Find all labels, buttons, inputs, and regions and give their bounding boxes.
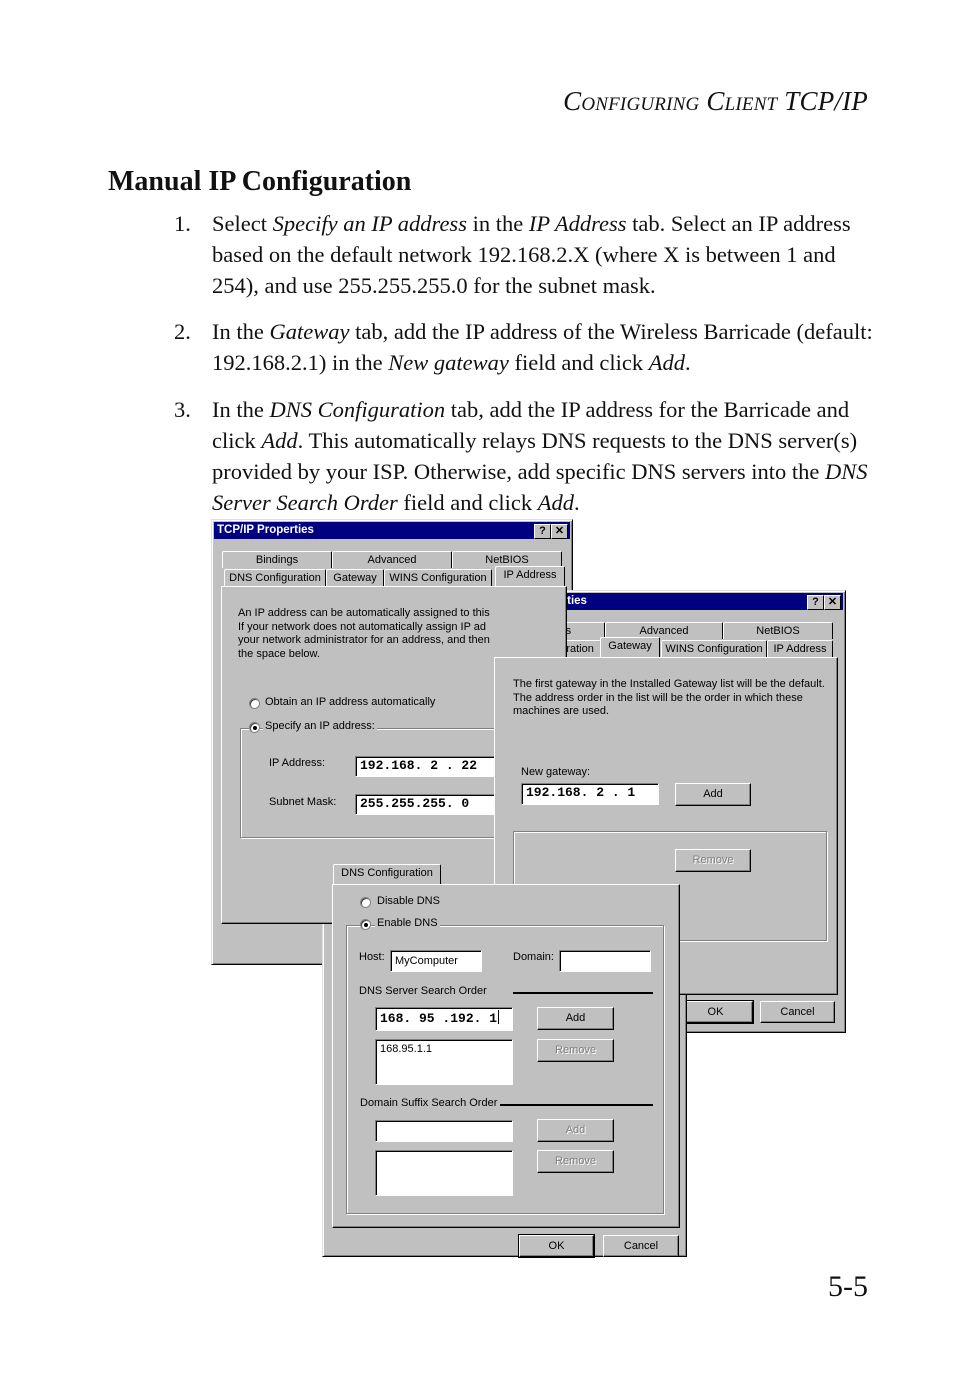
domain-field[interactable] (559, 950, 651, 972)
tab-advanced[interactable]: Advanced (332, 551, 452, 568)
text: Select (212, 211, 273, 236)
text: in the (466, 211, 529, 236)
running-head-rest: TCP/IP (784, 86, 868, 116)
domain-suffix-remove-button[interactable]: Remove (537, 1150, 614, 1173)
text: In the (212, 319, 270, 344)
step-text: In the DNS Configuration tab, add the IP… (212, 394, 874, 518)
step-number: 2. (174, 319, 191, 344)
radio-specify-ip[interactable] (249, 722, 260, 733)
dns-cancel-button[interactable]: Cancel (603, 1235, 679, 1257)
ip-description: An IP address can be automatically assig… (238, 607, 490, 661)
dns-server-input-value: 168. 95 .192. 1 (380, 1011, 498, 1026)
radio-obtain-ip[interactable] (249, 698, 260, 709)
help-icon: ? (539, 525, 546, 537)
dns-server-add-button[interactable]: Add (537, 1007, 614, 1030)
gateway-remove-button[interactable]: Remove (675, 849, 751, 872)
dns-server-list[interactable]: 168.95.1.1 (375, 1039, 513, 1085)
gateway-add-button[interactable]: Add (675, 783, 751, 806)
text-caret (498, 1010, 500, 1024)
subnet-mask-label: Subnet Mask: (269, 796, 337, 808)
text: . This automatically relays DNS requests… (212, 428, 858, 484)
radio-enable-dns[interactable] (360, 919, 371, 930)
titlebar: TCP/IP Properties ? ✕ (214, 522, 570, 539)
desc-line: An IP address can be automatically assig… (238, 607, 490, 619)
tab-dns-configuration[interactable]: DNS Configuration (333, 864, 441, 884)
radio-obtain-ip-label[interactable]: Obtain an IP address automatically (265, 696, 435, 708)
tab-netbios[interactable]: NetBIOS (723, 622, 833, 639)
domain-suffix-list[interactable] (375, 1150, 513, 1196)
tab-wins-configuration[interactable]: WINS Configuration (384, 569, 492, 586)
step-text: In the Gateway tab, add the IP address o… (212, 316, 874, 378)
desc-line: your network administrator for an addres… (238, 634, 490, 646)
emphasis: Add (537, 490, 574, 515)
emphasis: DNS Configuration (269, 397, 446, 422)
section-title: Manual IP Configuration (108, 166, 412, 197)
domain-suffix-separator (500, 1104, 653, 1106)
step-number: 3. (174, 397, 191, 422)
help-button[interactable]: ? (534, 524, 551, 539)
page-number: 5-5 (828, 1270, 868, 1303)
emphasis: Add (261, 428, 298, 453)
emphasis: Add (648, 350, 686, 375)
desc-line: If your network does not automatically a… (238, 620, 487, 633)
emphasis: Gateway (269, 319, 350, 344)
help-icon: ? (812, 596, 819, 608)
radio-disable-dns-label[interactable]: Disable DNS (377, 895, 440, 907)
desc-line: machines are used. (513, 705, 609, 717)
tab-bindings[interactable]: Bindings (222, 551, 332, 568)
host-field[interactable]: MyComputer (390, 950, 482, 972)
dns-ok-button[interactable]: OK (518, 1234, 595, 1258)
dns-server-list-item[interactable]: 168.95.1.1 (380, 1042, 512, 1056)
tab-gateway[interactable]: Gateway (600, 637, 660, 657)
desc-line: The first gateway in the Installed Gatew… (513, 678, 825, 690)
gateway-cancel-button[interactable]: Cancel (760, 1001, 835, 1023)
close-button[interactable]: ✕ (824, 595, 841, 610)
new-gateway-field[interactable]: 192.168. 2 . 1 (521, 783, 659, 805)
close-icon: ✕ (827, 596, 838, 608)
emphasis: New gateway (388, 350, 509, 375)
subnet-mask-field[interactable]: 255.255.255. 0 (355, 794, 495, 815)
text: . (573, 490, 580, 515)
gateway-description: The first gateway in the Installed Gatew… (513, 678, 825, 719)
text: field and click (397, 490, 538, 515)
running-head: Configuring Client TCP/IP (563, 86, 868, 117)
text: field and click (508, 350, 649, 375)
dns-server-order-label: DNS Server Search Order (359, 985, 487, 997)
domain-suffix-order-label: Domain Suffix Search Order (360, 1097, 498, 1109)
help-button[interactable]: ? (807, 595, 824, 610)
tab-gateway[interactable]: Gateway (326, 569, 384, 586)
text: In the (212, 397, 270, 422)
emphasis: Specify an IP address (272, 211, 467, 236)
domain-label: Domain: (513, 951, 554, 963)
tab-dns-configuration[interactable]: DNS Configuration (224, 569, 326, 586)
domain-suffix-input[interactable] (375, 1120, 513, 1142)
dns-server-remove-button[interactable]: Remove (537, 1039, 614, 1062)
tab-wins-configuration[interactable]: WINS Configuration (661, 640, 767, 657)
tab-ip-address[interactable]: IP Address (495, 566, 565, 586)
emphasis: IP Address (528, 211, 627, 236)
tab-ip-address[interactable]: IP Address (767, 640, 833, 657)
text: . (685, 350, 691, 375)
close-icon: ✕ (554, 525, 565, 537)
running-head-small-caps: Configuring Client (563, 86, 778, 116)
radio-specify-ip-label[interactable]: Specify an IP address: (263, 720, 377, 732)
dns-server-input[interactable]: 168. 95 .192. 1 (375, 1007, 513, 1031)
ip-address-label: IP Address: (269, 757, 326, 769)
ip-address-field[interactable]: 192.168. 2 . 22 (355, 756, 495, 777)
domain-suffix-add-button[interactable]: Add (537, 1119, 614, 1142)
dns-panel: Disable DNS Enable DNS Host: MyComputer … (332, 884, 680, 1228)
dialog-title: TCP/IP Properties (217, 524, 314, 536)
gateway-ok-button[interactable]: OK (677, 1000, 754, 1024)
radio-enable-dns-label[interactable]: Enable DNS (375, 917, 440, 929)
radio-disable-dns[interactable] (360, 897, 371, 908)
step-number: 1. (174, 211, 191, 236)
step-text: Select Specify an IP address in the IP A… (212, 208, 874, 301)
close-button[interactable]: ✕ (551, 524, 568, 539)
desc-line: the space below. (238, 647, 320, 660)
host-label: Host: (359, 951, 385, 963)
dns-server-order-separator (513, 992, 653, 994)
desc-line: The address order in the list will be th… (513, 691, 803, 704)
new-gateway-label: New gateway: (521, 766, 591, 778)
